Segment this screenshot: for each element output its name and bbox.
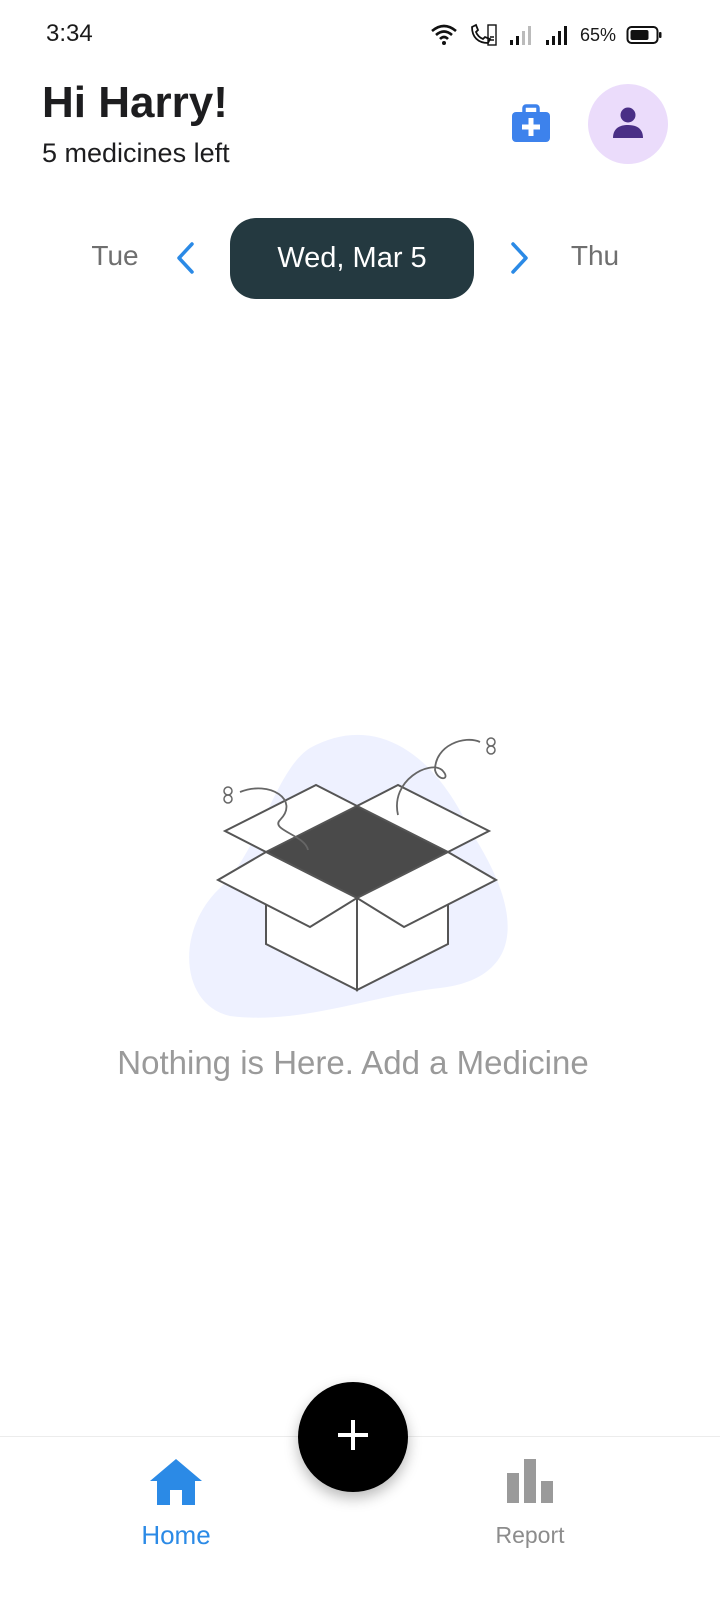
date-navigator: Tue Wed, Mar 5 Thu <box>0 218 720 300</box>
chevron-right-icon <box>509 241 531 280</box>
person-icon <box>610 104 646 145</box>
previous-day-label[interactable]: Tue <box>80 240 150 272</box>
medicines-left-text: 5 medicines left <box>42 138 230 168</box>
status-bar: 3:34 65% <box>0 0 720 70</box>
nav-label-home: Home <box>141 1520 211 1550</box>
bar-chart-icon <box>505 1457 555 1510</box>
chevron-left-icon <box>174 241 196 280</box>
nav-item-home[interactable]: Home <box>116 1457 236 1557</box>
status-time: 3:34 <box>46 20 93 47</box>
nav-label-report: Report <box>495 1522 565 1548</box>
profile-avatar-button[interactable] <box>588 84 668 164</box>
wifi-icon <box>430 24 458 46</box>
battery-icon <box>626 25 662 45</box>
medical-kit-icon <box>509 102 553 151</box>
signal-icon <box>544 24 570 46</box>
greeting-title: Hi Harry! <box>42 78 228 127</box>
empty-state-message: Nothing is Here. Add a Medicine <box>117 1044 589 1081</box>
medical-kit-button[interactable] <box>505 100 557 152</box>
nav-item-report[interactable]: Report <box>470 1457 590 1557</box>
next-day-label[interactable]: Thu <box>560 240 630 272</box>
wifi-calling-icon <box>468 23 498 47</box>
battery-percent: 65% <box>579 24 616 45</box>
next-day-button[interactable] <box>500 238 540 282</box>
home-icon <box>148 1457 204 1512</box>
plus-icon <box>336 1418 370 1457</box>
add-medicine-button[interactable] <box>298 1382 408 1492</box>
previous-day-button[interactable] <box>165 238 205 282</box>
current-date-pill[interactable]: Wed, Mar 5 <box>230 218 474 299</box>
signal-icon <box>508 24 534 46</box>
status-icons: 65% <box>430 22 662 48</box>
open-box-icon <box>180 720 540 1030</box>
